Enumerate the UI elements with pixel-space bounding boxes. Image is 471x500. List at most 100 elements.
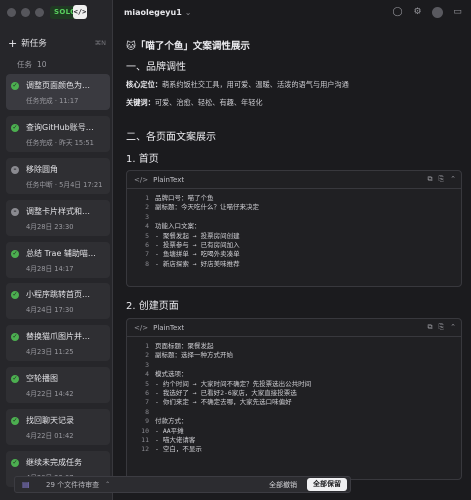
positioning-label: 核心定位： [126,80,162,89]
code-body: 1 页面标题：聚餐发起 2 副标题：选择一种方式开始 3 4 模式选项： 5 - 约个时间 → … [127,337,461,455]
line-number: 3 [145,212,149,221]
code-icon: </> [134,323,149,332]
copy-icon[interactable]: ⧉ [428,175,433,184]
task-title: 调整卡片样式和… [26,206,90,216]
code-text: - AA平摊 [155,426,184,435]
code-text: - 空白，不显示 [155,445,202,454]
task-subtitle: 4月28日 23:30 [26,222,74,231]
files-icon: ▤ [22,480,30,489]
chevron-up-icon[interactable]: ⌃ [105,481,110,488]
code-text: 页面标题：聚餐发起 [155,342,214,350]
insert-icon[interactable]: ⎘ [439,323,445,332]
task-item[interactable]: ✓ 找回聊天记录 4月22日 01:42 [6,409,110,446]
task-item[interactable]: ✓ 查询GitHub账号… 任务完成 · 昨天 15:51 [6,115,110,152]
code-line: 2 副标题：今天吃什么？让喵仔来决定 [135,203,461,212]
code-line: 1 页面标题：聚餐发起 [135,342,461,351]
check-icon: ✓ [11,249,19,258]
code-text: - 聚餐发起 → 投票房间创建 [155,231,240,240]
line-number: 5 [145,379,149,388]
maximize-window-button[interactable] [35,8,44,17]
section-pages: 二、各页面文案展示 [126,132,216,143]
code-text: - 新店探索 → 好店美味推荐 [155,259,240,268]
line-number: 7 [145,398,149,407]
task-item[interactable]: ✓ 调整页面颜色为… 任务完成 · 11:17 [6,74,110,110]
new-task-shortcut: ⌘N [94,39,106,47]
line-number: 7 [145,250,149,259]
copy-icon[interactable]: ⧉ [428,323,433,332]
code-line: 8 - 新店探索 → 好店美味推荐 [135,260,461,269]
check-icon: ✓ [11,82,19,90]
code-line: 2 副标题：选择一种方式开始 [135,351,461,360]
collapse-icon[interactable]: ⌃ [450,175,456,184]
code-line: 1 品牌口号：喵了个鱼 [135,194,461,203]
collapse-icon[interactable]: ⌃ [450,323,456,332]
code-line: 8 [135,408,461,417]
code-icon: </> [134,175,149,184]
tasks-header: 任务 10 [17,59,47,70]
new-task-button[interactable]: + 新任务 ⌘N [8,35,106,51]
settings-icon[interactable]: ⚙ [412,7,423,18]
top-bar: miaolegeyu1 ⌄ ◯ ⚙ ▭ [114,0,471,26]
revoke-all-button[interactable]: 全部撤销 [269,480,297,490]
task-title: 总结 Trae 辅助喵… [26,248,96,258]
line-number: 4 [145,222,149,231]
line-number: 3 [145,360,149,369]
task-subtitle: 任务完成 · 11:17 [26,97,79,105]
task-title: 移除圆角 [26,164,58,174]
line-number: 1 [145,342,149,350]
task-item[interactable]: ✓ 总结 Trae 辅助喵… 4月28日 14:17 [6,241,110,278]
task-title: 小程序跳转首页… [26,290,90,300]
close-window-button[interactable] [7,8,16,17]
check-icon: ✓ [11,459,19,468]
task-item[interactable]: ✓ 替换猫爪图片并… 4月23日 11:25 [6,325,110,362]
sidebar: SOLO </> + 新任务 ⌘N 任务 10 ✓ 调整页面颜色为… 任务完成 · 1… [0,0,113,500]
code-line: 10 - AA平摊 [135,427,461,436]
code-block-home: </> PlainText ⧉ ⎘ ⌃ 1 品牌口号：喵了个鱼 2 副标题：今天吃什么… [126,170,462,287]
code-text: 付款方式： [155,417,188,426]
pending-files[interactable]: 29 个文件待审查 [46,480,99,490]
line-number: 2 [145,203,149,212]
code-mode-icon[interactable]: </> [73,5,87,19]
keywords-label: 关键词： [126,98,155,107]
code-line: 5 - 约个时间 → 大家时间不确定？先投票选出公共时间 [135,380,461,389]
code-text: - 你们来定 → 不确定去哪，大家先选口味偏好 [155,398,292,407]
check-icon: ✓ [11,333,19,342]
code-text: 副标题：今天吃什么？让喵仔来决定 [155,203,259,212]
code-line: 5 - 聚餐发起 → 投票房间创建 [135,232,461,241]
doc-title: 🐱「喵了个鱼」文案调性展示 [126,41,250,52]
chat-icon[interactable]: ◯ [392,7,403,18]
new-task-label: 新任务 [21,39,47,49]
keep-all-button[interactable]: 全部保留 [307,478,347,491]
task-title: 查询GitHub账号… [26,122,94,132]
code-line: 3 [135,361,461,370]
task-title: 替换猫爪图片并… [26,332,90,342]
code-line: 7 - 你们来定 → 不确定去哪，大家先选口味偏好 [135,398,461,407]
task-item[interactable]: ✓ 小程序跳转首页… 4月24日 17:30 [6,283,110,320]
code-line: 12 - 空白，不显示 [135,445,461,454]
task-item[interactable]: – 调整卡片样式和… 4月28日 23:30 [6,199,110,236]
keywords-text: 可爱、治愈、轻松、有趣、年轻化 [154,98,263,107]
code-line: 9 付款方式： [135,417,461,426]
code-line: 4 模式选项： [135,370,461,379]
line-number: 5 [145,231,149,240]
code-tools: ⧉ ⎘ ⌃ [428,175,456,184]
line-number: 8 [145,407,149,416]
line-number: 11 [141,436,149,445]
task-item[interactable]: ✓ 空轮播图 4月22日 14:42 [6,367,110,404]
line-number: 8 [145,259,149,268]
line-number: 2 [145,351,149,360]
code-line: 4 功能入口文案： [135,222,461,231]
code-text: 副标题：选择一种方式开始 [155,351,233,360]
task-title: 空轮播图 [26,374,58,384]
line-number: 9 [145,417,149,426]
insert-icon[interactable]: ⎘ [439,175,445,184]
workspace-selector[interactable]: miaolegeyu1 ⌄ [124,8,191,17]
task-item[interactable]: – 移除圆角 任务中断 · 5月4日 17:21 [6,157,110,194]
code-text: 模式选项： [155,370,188,379]
avatar[interactable] [432,7,443,18]
layout-icon[interactable]: ▭ [452,7,463,18]
task-subtitle: 任务完成 · 昨天 15:51 [26,138,94,147]
minimize-window-button[interactable] [21,8,30,17]
toolbar-icons: ◯ ⚙ ▭ [392,7,463,18]
subsection-create: 2. 创建页面 [126,301,179,312]
